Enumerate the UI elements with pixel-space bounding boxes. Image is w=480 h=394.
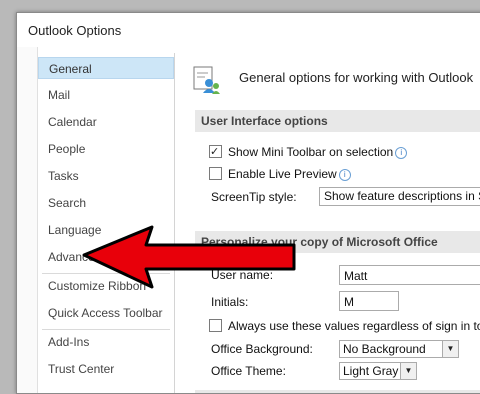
live-preview-label: Enable Live Preview: [228, 167, 337, 181]
mini-toolbar-option[interactable]: Show Mini Toolbar on selectioni: [209, 143, 408, 161]
office-theme-label: Office Theme:: [211, 364, 286, 378]
general-options-icon: [193, 66, 220, 94]
nav-item-mail[interactable]: Mail: [38, 84, 174, 106]
info-icon: i: [395, 147, 408, 159]
nav-item-calendar[interactable]: Calendar: [38, 111, 174, 133]
always-use-values-label: Always use these values regardless of si…: [228, 319, 480, 333]
page-header: General options for working with Outlook: [239, 70, 474, 85]
screentip-style-dropdown[interactable]: Show feature descriptions in ScreenTips: [319, 187, 480, 206]
section-next: [195, 390, 480, 393]
nav-item-general[interactable]: General: [38, 57, 174, 79]
screentip-style-label: ScreenTip style:: [211, 190, 297, 204]
section-ui-options: User Interface options: [195, 110, 480, 132]
nav-item-search[interactable]: Search: [38, 192, 174, 214]
always-use-values-checkbox[interactable]: [209, 319, 222, 332]
always-use-values-option[interactable]: Always use these values regardless of si…: [209, 317, 480, 335]
nav-item-trust-center[interactable]: Trust Center: [38, 358, 174, 380]
chevron-down-icon[interactable]: ▼: [400, 363, 416, 379]
user-name-field[interactable]: Matt: [339, 265, 480, 285]
info-icon: i: [338, 169, 351, 181]
mini-toolbar-checkbox[interactable]: [209, 143, 222, 161]
office-background-dropdown[interactable]: No Background ▼: [339, 340, 459, 358]
nav-divider: [42, 329, 170, 330]
office-theme-dropdown[interactable]: Light Gray ▼: [339, 362, 417, 380]
office-theme-value: Light Gray: [343, 364, 399, 378]
window-title: Outlook Options: [28, 23, 122, 38]
title-bar: Outlook Options: [17, 13, 480, 47]
chevron-down-icon[interactable]: ▼: [442, 341, 458, 357]
live-preview-checkbox[interactable]: [209, 167, 222, 180]
nav-item-add-ins[interactable]: Add-Ins: [38, 331, 174, 353]
nav-item-tasks[interactable]: Tasks: [38, 165, 174, 187]
nav-item-people[interactable]: People: [38, 138, 174, 160]
red-annotation-arrow: [82, 225, 296, 289]
mini-toolbar-label: Show Mini Toolbar on selection: [228, 145, 394, 159]
options-nav: General Mail Calendar People Tasks Searc…: [38, 53, 175, 393]
outlook-options-window: Outlook Options General Mail Calendar Pe…: [16, 12, 480, 394]
options-content: General options for working with Outlook…: [179, 53, 480, 393]
window-left-edge: [17, 47, 38, 393]
office-background-value: No Background: [343, 342, 426, 356]
live-preview-option[interactable]: Enable Live Preview i: [209, 165, 351, 183]
initials-field[interactable]: M: [339, 291, 399, 311]
office-background-label: Office Background:: [211, 342, 313, 356]
nav-item-quick-access-toolbar[interactable]: Quick Access Toolbar: [38, 302, 174, 324]
